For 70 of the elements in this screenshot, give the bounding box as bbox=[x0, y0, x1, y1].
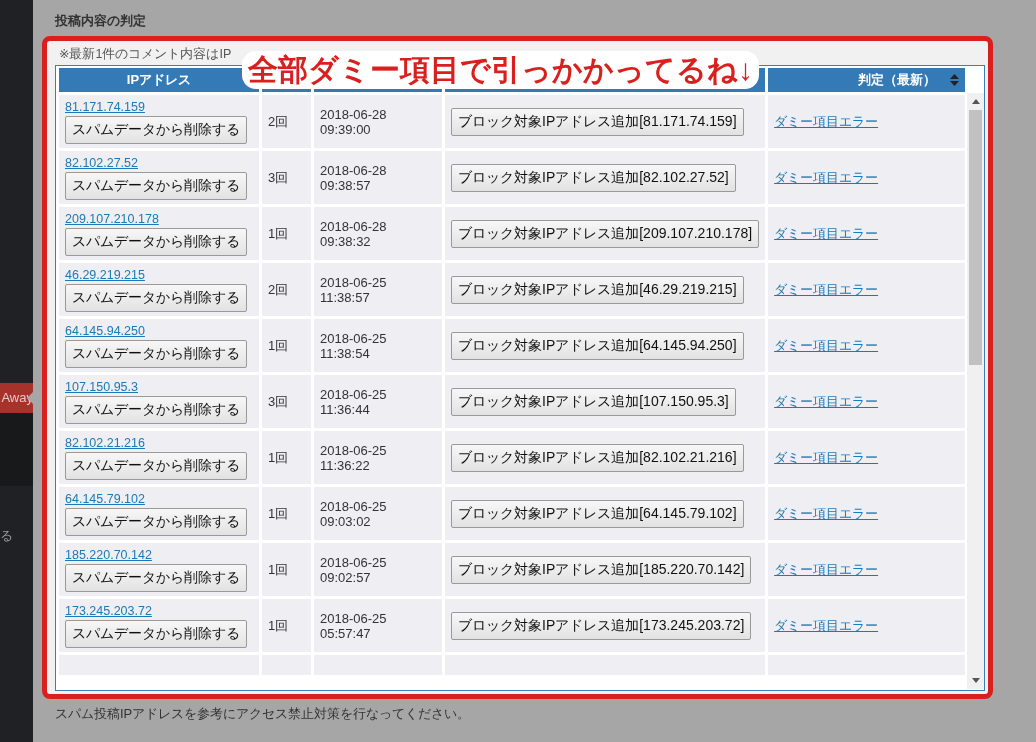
table-cell: 1回 bbox=[262, 543, 311, 596]
delete-button[interactable]: スパムデータから削除する bbox=[65, 339, 247, 368]
table-cell: 3回 bbox=[262, 151, 311, 204]
table-cell: 2回 bbox=[262, 95, 311, 148]
delete-button[interactable]: スパムデータから削除する bbox=[65, 619, 247, 648]
block-ip-button[interactable]: ブロック対象IPアドレス追加[82.102.27.52] bbox=[451, 163, 736, 192]
block-ip-button[interactable]: ブロック対象IPアドレス追加[81.171.74.159] bbox=[451, 107, 744, 136]
verdict-link[interactable]: ダミー項目エラー bbox=[774, 113, 879, 129]
table-cell: 1回 bbox=[262, 487, 311, 540]
ip-link[interactable]: 209.107.210.178 bbox=[65, 211, 253, 226]
table-cell: 2018-06-25 11:38:54 bbox=[314, 319, 442, 372]
table-cell: 2018-06-28 09:38:32 bbox=[314, 207, 442, 260]
delete-button[interactable]: スパムデータから削除する bbox=[65, 507, 247, 536]
footer-note: スパム投稿IPアドレスを参考にアクセス禁止対策を行なってください。 bbox=[55, 705, 472, 723]
delete-button[interactable]: スパムデータから削除する bbox=[65, 451, 247, 480]
verdict-link[interactable]: ダミー項目エラー bbox=[774, 337, 879, 353]
block-ip-button[interactable]: ブロック対象IPアドレス追加[64.145.79.102] bbox=[451, 499, 744, 528]
ip-link[interactable]: 82.102.27.52 bbox=[65, 155, 253, 170]
table-cell: 2回 bbox=[262, 263, 311, 316]
table-cell: 1回 bbox=[262, 431, 311, 484]
section-title: 投稿内容の判定 bbox=[55, 12, 147, 30]
table-cell: 3回 bbox=[262, 375, 311, 428]
table-cell: 1回 bbox=[262, 319, 311, 372]
block-ip-button[interactable]: ブロック対象IPアドレス追加[209.107.210.178] bbox=[451, 219, 760, 248]
table-cell: 2018-06-28 09:39:00 bbox=[314, 95, 442, 148]
verdict-link[interactable]: ダミー項目エラー bbox=[774, 449, 879, 465]
ip-link[interactable]: 173.245.203.72 bbox=[65, 603, 253, 618]
table-cell: 2018-06-25 11:38:57 bbox=[314, 263, 442, 316]
ip-link[interactable]: 185.220.70.142 bbox=[65, 547, 253, 562]
table-cell: 1回 bbox=[262, 599, 311, 652]
verdict-link[interactable]: ダミー項目エラー bbox=[774, 617, 879, 633]
ip-link[interactable]: 107.150.95.3 bbox=[65, 379, 253, 394]
ip-link[interactable]: 82.102.21.216 bbox=[65, 435, 253, 450]
block-ip-button[interactable]: ブロック対象IPアドレス追加[107.150.95.3] bbox=[451, 387, 736, 416]
delete-button[interactable]: スパムデータから削除する bbox=[65, 227, 247, 256]
verdict-link[interactable]: ダミー項目エラー bbox=[774, 225, 879, 241]
table-cell: 2018-06-25 11:36:44 bbox=[314, 375, 442, 428]
block-ip-button[interactable]: ブロック対象IPアドレス追加[173.245.203.72] bbox=[451, 611, 752, 640]
delete-button[interactable]: スパムデータから削除する bbox=[65, 395, 247, 424]
table-cell: 2018-06-25 09:02:57 bbox=[314, 543, 442, 596]
delete-button[interactable]: スパムデータから削除する bbox=[65, 563, 247, 592]
verdict-link[interactable]: ダミー項目エラー bbox=[774, 561, 879, 577]
table-cell: 2018-06-28 09:38:57 bbox=[314, 151, 442, 204]
menu-item-text[interactable]: る bbox=[0, 527, 13, 545]
table-cell: 1回 bbox=[262, 207, 311, 260]
sort-icon[interactable] bbox=[950, 74, 959, 86]
delete-button[interactable]: スパムデータから削除する bbox=[65, 115, 247, 144]
scrollbar[interactable] bbox=[967, 93, 984, 689]
handwritten-annotation: 全部ダミー項目で引っかかってるね↓ bbox=[242, 51, 759, 89]
block-ip-button[interactable]: ブロック対象IPアドレス追加[64.145.94.250] bbox=[451, 331, 744, 360]
verdict-link[interactable]: ダミー項目エラー bbox=[774, 169, 879, 185]
block-ip-button[interactable]: ブロック対象IPアドレス追加[46.29.219.215] bbox=[451, 275, 744, 304]
ip-link[interactable]: 64.145.94.250 bbox=[65, 323, 253, 338]
verdict-link[interactable]: ダミー項目エラー bbox=[774, 393, 879, 409]
verdict-link[interactable]: ダミー項目エラー bbox=[774, 505, 879, 521]
block-ip-button[interactable]: ブロック対象IPアドレス追加[185.220.70.142] bbox=[451, 555, 752, 584]
ip-link[interactable]: 64.145.79.102 bbox=[65, 491, 253, 506]
ip-link[interactable]: 81.171.74.159 bbox=[65, 99, 253, 114]
scroll-down-icon[interactable] bbox=[971, 678, 980, 683]
note-text: ※最新1件のコメント内容はIP bbox=[59, 46, 233, 63]
delete-button[interactable]: スパムデータから削除する bbox=[65, 283, 247, 312]
verdict-link[interactable]: ダミー項目エラー bbox=[774, 281, 879, 297]
table-cell: 2018-06-25 05:57:47 bbox=[314, 599, 442, 652]
block-ip-button[interactable]: ブロック対象IPアドレス追加[82.102.21.216] bbox=[451, 443, 744, 472]
column-header[interactable]: 判定（最新） bbox=[768, 68, 965, 92]
table-cell: 2018-06-25 09:03:02 bbox=[314, 487, 442, 540]
table-cell: 2018-06-25 11:36:22 bbox=[314, 431, 442, 484]
delete-button[interactable]: スパムデータから削除する bbox=[65, 171, 247, 200]
ip-link[interactable]: 46.29.219.215 bbox=[65, 267, 253, 282]
scroll-up-icon[interactable] bbox=[971, 99, 980, 104]
